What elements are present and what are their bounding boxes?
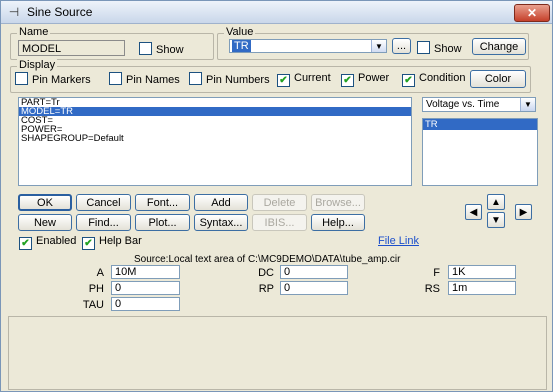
browse-button[interactable]: Browse... — [311, 194, 365, 211]
check-icon[interactable]: ✔ — [341, 74, 354, 87]
model-list[interactable]: TR — [422, 118, 538, 186]
pin-markers-checkbox[interactable]: Pin Markers — [15, 72, 91, 86]
param-a-input[interactable]: 10M — [111, 265, 180, 279]
title-bar[interactable]: ⊣ Sine Source ✕ — [1, 1, 552, 24]
checkbox-box[interactable] — [189, 72, 202, 85]
list-item-selected[interactable]: TR — [423, 119, 537, 130]
check-icon[interactable]: ✔ — [402, 74, 415, 87]
param-label-a: A — [96, 267, 104, 279]
param-label-rp: RP — [258, 283, 274, 295]
param-label-f: F — [433, 267, 440, 279]
value-show-checkbox[interactable]: Show — [417, 41, 462, 55]
change-button[interactable]: Change — [472, 38, 526, 55]
component-icon: ⊣ — [8, 5, 20, 19]
file-link[interactable]: File Link — [378, 235, 419, 247]
pin-names-label: Pin Names — [126, 74, 180, 86]
pin-markers-label: Pin Markers — [32, 74, 91, 86]
check-icon[interactable]: ✔ — [277, 74, 290, 87]
param-f-input[interactable]: 1K — [448, 265, 516, 279]
sine-source-dialog: ⊣ Sine Source ✕ Name MODEL Show Value TR… — [0, 0, 553, 392]
param-rp-input[interactable]: 0 — [280, 281, 348, 295]
help-button[interactable]: Help... — [311, 214, 365, 231]
value-selected: TR — [232, 40, 251, 52]
help-bar-label: Help Bar — [99, 235, 142, 247]
arrow-up-icon: ▲ — [491, 197, 501, 208]
new-button[interactable]: New — [18, 214, 72, 231]
list-item[interactable]: SHAPEGROUP=Default — [19, 134, 411, 144]
color-button[interactable]: Color — [470, 70, 526, 88]
list-item[interactable]: PART=Tr — [19, 98, 411, 107]
plot-button[interactable]: Plot... — [135, 214, 190, 231]
checkbox-box[interactable] — [15, 72, 28, 85]
plot-type-select[interactable]: Voltage vs. Time ▼ — [422, 97, 536, 112]
ibis-button[interactable]: IBIS... — [252, 214, 307, 231]
param-label-rs: RS — [424, 283, 440, 295]
param-label-ph: PH — [88, 283, 104, 295]
pin-names-checkbox[interactable]: Pin Names — [109, 72, 180, 86]
enabled-label: Enabled — [36, 235, 77, 247]
cancel-button[interactable]: Cancel — [76, 194, 131, 211]
name-show-checkbox[interactable]: Show — [139, 42, 184, 56]
power-checkbox[interactable]: ✔ Power — [341, 72, 389, 87]
check-icon[interactable]: ✔ — [19, 237, 32, 250]
value-show-label: Show — [434, 43, 462, 55]
font-button[interactable]: Font... — [135, 194, 190, 211]
param-label-dc: DC — [258, 267, 274, 279]
condition-checkbox[interactable]: ✔ Condition — [402, 72, 465, 87]
name-show-label: Show — [156, 44, 184, 56]
chevron-down-icon[interactable]: ▼ — [371, 40, 386, 52]
move-right-button[interactable]: ▶ — [515, 204, 532, 220]
arrow-down-icon: ▼ — [491, 215, 501, 226]
condition-label: Condition — [419, 72, 466, 84]
attributes-list[interactable]: PART=Tr MODEL=TR COST= POWER= SHAPEGROUP… — [18, 97, 412, 186]
syntax-button[interactable]: Syntax... — [194, 214, 248, 231]
list-item[interactable]: COST= — [19, 116, 411, 126]
list-item-selected[interactable]: MODEL=TR — [19, 107, 411, 116]
param-label-tau: TAU — [82, 299, 104, 311]
param-tau-input[interactable]: 0 — [111, 297, 180, 311]
enabled-checkbox[interactable]: ✔ Enabled — [19, 235, 76, 250]
ok-button[interactable]: OK — [18, 194, 72, 211]
move-up-button[interactable]: ▲ — [487, 194, 505, 210]
checkbox-box[interactable] — [109, 72, 122, 85]
value-combo[interactable]: TR ▼ — [229, 39, 387, 53]
value-legend: Value — [224, 26, 256, 38]
delete-button[interactable]: Delete — [252, 194, 307, 211]
pin-numbers-label: Pin Numbers — [206, 74, 270, 86]
power-label: Power — [358, 72, 390, 84]
param-rs-input[interactable]: 1m — [448, 281, 516, 295]
name-field[interactable]: MODEL — [18, 40, 125, 56]
window-title: Sine Source — [27, 5, 93, 19]
help-bar-panel — [8, 316, 547, 390]
add-button[interactable]: Add — [194, 194, 248, 211]
name-group: Name MODEL Show — [10, 26, 214, 60]
display-group: Display Pin Markers Pin Names Pin Number… — [10, 59, 531, 93]
checkbox-box[interactable] — [417, 41, 430, 54]
check-icon[interactable]: ✔ — [82, 237, 95, 250]
pin-numbers-checkbox[interactable]: Pin Numbers — [189, 72, 270, 86]
chevron-down-icon[interactable]: ▼ — [520, 98, 535, 111]
checkbox-box[interactable] — [139, 42, 152, 55]
param-ph-input[interactable]: 0 — [111, 281, 180, 295]
help-bar-checkbox[interactable]: ✔ Help Bar — [82, 235, 142, 250]
source-text: Source:Local text area of C:\MC9DEMO\DAT… — [134, 254, 401, 265]
move-down-button[interactable]: ▼ — [487, 212, 505, 228]
find-button[interactable]: Find... — [76, 214, 131, 231]
current-checkbox[interactable]: ✔ Current — [277, 72, 331, 87]
name-legend: Name — [17, 26, 51, 38]
browse-value-button[interactable]: ... — [392, 38, 411, 54]
param-dc-input[interactable]: 0 — [280, 265, 348, 279]
arrow-left-icon: ◀ — [469, 207, 478, 218]
move-left-button[interactable]: ◀ — [465, 204, 482, 220]
close-button[interactable]: ✕ — [514, 4, 550, 22]
current-label: Current — [294, 72, 331, 84]
value-group: Value TR ▼ ... Show Change — [217, 26, 529, 60]
display-legend: Display — [17, 59, 58, 71]
arrow-right-icon: ▶ — [519, 207, 528, 218]
plot-type-value: Voltage vs. Time — [426, 99, 500, 110]
